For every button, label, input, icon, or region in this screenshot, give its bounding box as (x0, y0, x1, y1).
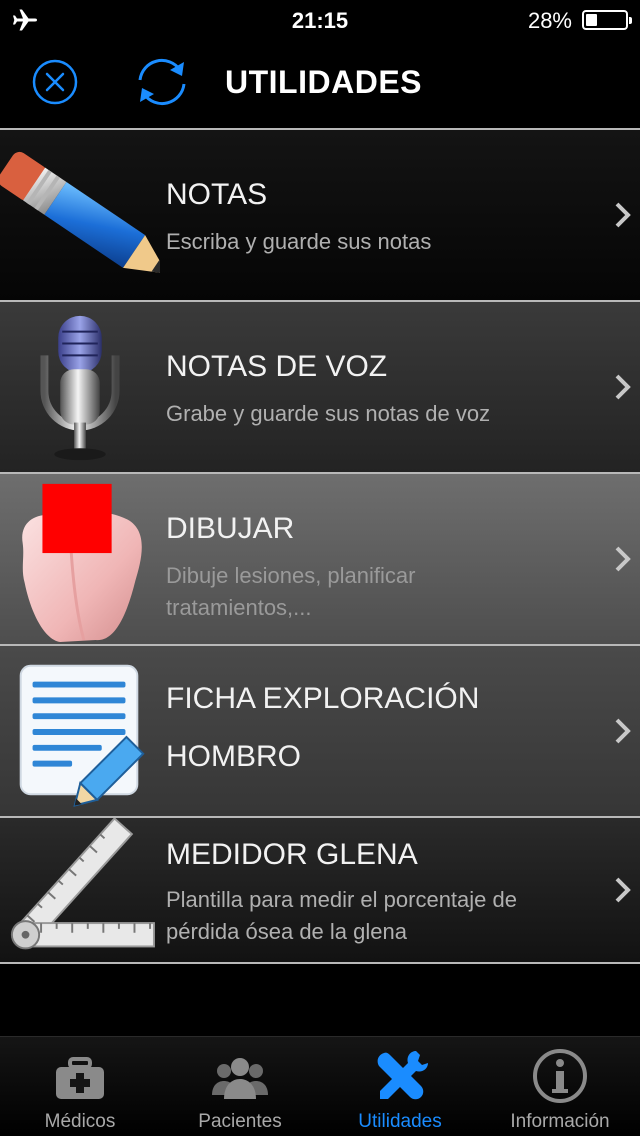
item-subtitle-line-2: tratamientos,... (166, 595, 312, 620)
chevron-right-icon (615, 374, 631, 400)
item-subtitle-line-1: Dibuje lesiones, planificar (166, 563, 416, 588)
item-title: DIBUJAR (166, 512, 295, 545)
battery-icon (582, 10, 632, 30)
item-subtitle-line-1: Plantilla para medir el porcentaje de (166, 887, 517, 912)
battery-fill (586, 14, 597, 26)
list-item-ficha-exploracion-hombro[interactable]: FICHA EXPLORACIÓN HOMBRO (0, 644, 640, 816)
item-subtitle-line-2: pérdida ósea de la glena (166, 919, 407, 944)
tab-utilidades[interactable]: Utilidades (320, 1037, 480, 1136)
item-title-line-2: HOMBRO (166, 740, 301, 773)
tab-label: Utilidades (358, 1111, 442, 1132)
tab-informacion[interactable]: Información (480, 1037, 640, 1136)
ruler-icon (10, 818, 155, 950)
close-button[interactable] (32, 59, 78, 105)
tab-label: Pacientes (198, 1111, 282, 1132)
tooth-icon (22, 483, 142, 643)
list-item-medidor-glena[interactable]: MEDIDOR GLENA Plantilla para medir el po… (0, 816, 640, 964)
tab-label: Médicos (44, 1111, 116, 1132)
tab-medicos[interactable]: Médicos (0, 1037, 160, 1136)
people-icon (212, 1058, 268, 1099)
item-title: NOTAS (166, 178, 268, 211)
sync-button[interactable] (134, 56, 190, 108)
item-title-line-1: FICHA EXPLORACIÓN (166, 682, 480, 715)
battery-percentage: 28% (527, 8, 572, 33)
status-bar: 21:15 28% (0, 0, 640, 40)
page-title: UTILIDADES (225, 64, 422, 100)
tab-bar: Médicos Pacientes Utilidades Información (0, 1036, 640, 1136)
microphone-icon (40, 315, 120, 461)
tools-icon (377, 1051, 428, 1100)
item-subtitle: Grabe y guarde sus notas de voz (166, 401, 491, 426)
item-title: NOTAS DE VOZ (166, 350, 388, 383)
navigation-bar: UTILIDADES (0, 40, 640, 128)
medical-kit-icon (56, 1057, 104, 1099)
chevron-right-icon (615, 877, 631, 903)
list-item-notas[interactable]: NOTAS Escriba y guarde sus notas (0, 128, 640, 300)
item-subtitle: Escriba y guarde sus notas (166, 229, 432, 254)
chevron-right-icon (615, 718, 631, 744)
chevron-right-icon (615, 202, 631, 228)
chevron-right-icon (615, 546, 631, 572)
list-item-notas-de-voz[interactable]: NOTAS DE VOZ Grabe y guarde sus notas de… (0, 300, 640, 472)
form-document-icon (19, 664, 145, 807)
pencil-icon (0, 151, 160, 274)
tab-label: Información (510, 1111, 610, 1132)
tab-pacientes[interactable]: Pacientes (160, 1037, 320, 1136)
list-item-dibujar[interactable]: DIBUJAR Dibuje lesiones, planificar trat… (0, 472, 640, 644)
info-icon (533, 1049, 587, 1103)
item-title: MEDIDOR GLENA (166, 838, 418, 871)
utilities-list: NOTAS Escriba y guarde sus notas NOTAS D… (0, 128, 640, 964)
